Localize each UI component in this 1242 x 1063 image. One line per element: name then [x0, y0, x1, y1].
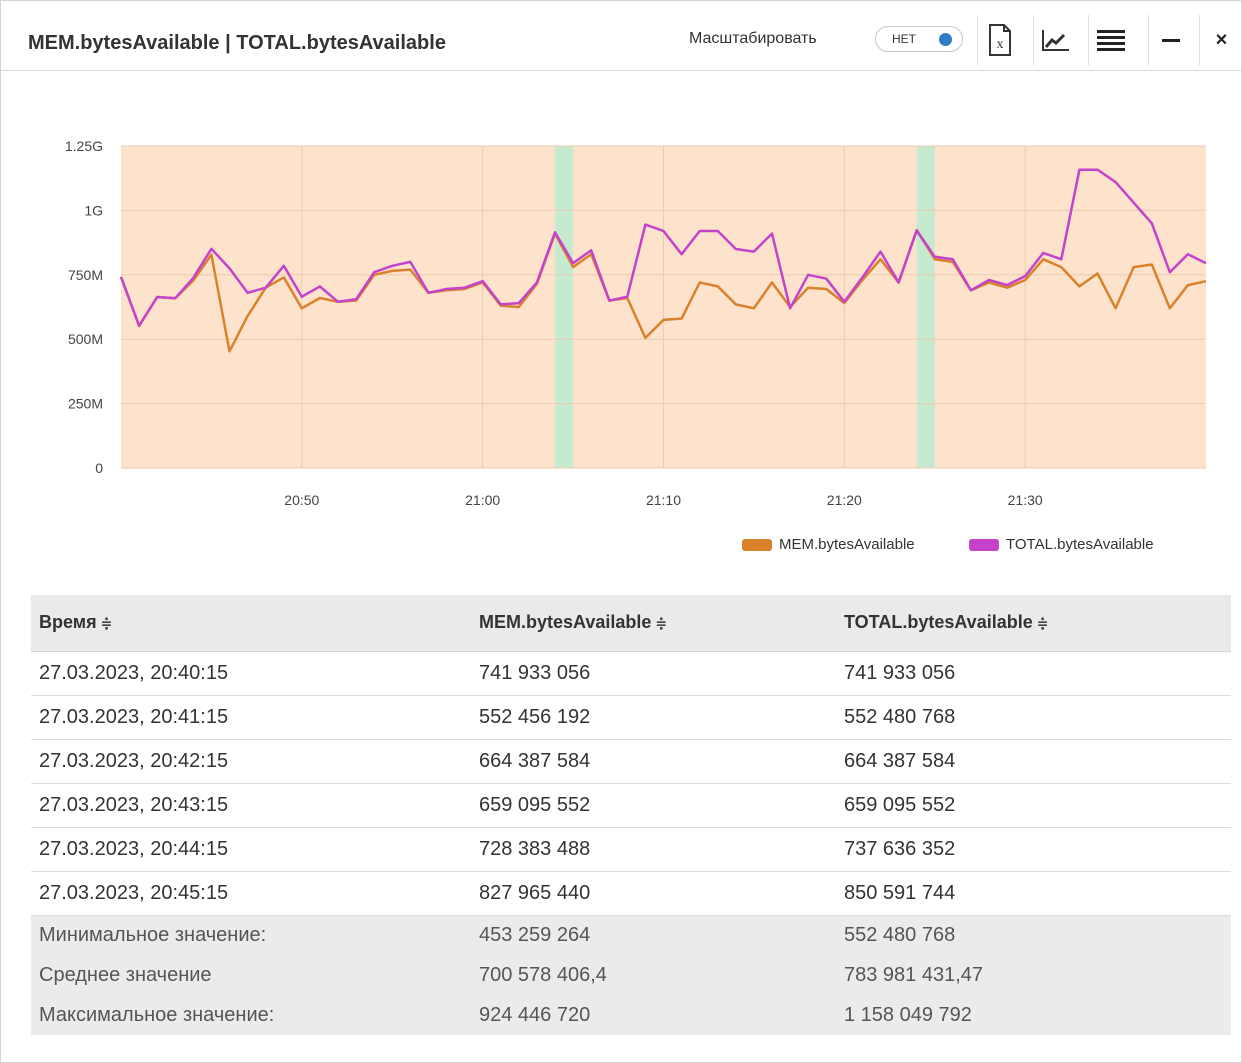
scale-label: Масштабировать	[689, 30, 817, 47]
y-tick-label: 1G	[84, 202, 103, 218]
legend-label-mem: MEM.bytesAvailable	[779, 536, 915, 553]
export-excel-button[interactable]: x	[977, 15, 1021, 65]
y-tick-label: 250M	[68, 396, 103, 412]
x-tick-label: 21:00	[465, 492, 500, 508]
summary-label: Максимальное значение:	[31, 995, 471, 1035]
summary-label: Минимальное значение:	[31, 915, 471, 955]
cell-time: 27.03.2023, 20:42:15	[31, 739, 471, 784]
close-button[interactable]: ×	[1199, 15, 1242, 65]
summary-total: 1 158 049 792	[836, 995, 1231, 1035]
cell-time: 27.03.2023, 20:45:15	[31, 871, 471, 916]
cell-total: 659 095 552	[836, 783, 1231, 828]
legend-swatch-total	[969, 538, 999, 551]
event-band	[555, 146, 574, 468]
legend-item-total[interactable]: TOTAL.bytesAvailable	[969, 536, 1154, 553]
x-tick-label: 21:20	[827, 492, 862, 508]
legend-label-total: TOTAL.bytesAvailable	[1006, 536, 1154, 553]
scale-toggle[interactable]: НЕТ	[875, 26, 963, 52]
column-header-total[interactable]: TOTAL.bytesAvailable ≑	[836, 595, 1231, 652]
table-row: 27.03.2023, 20:42:15 664 387 584 664 387…	[31, 739, 1231, 784]
sort-icon: ≑	[655, 615, 668, 632]
line-chart: 0 250M 500M 750M 1G 1.25G 20:50 21:00 21:10 21:20…	[65, 138, 1207, 508]
toggle-knob	[939, 33, 952, 46]
event-band	[916, 146, 935, 468]
y-tick-label: 0	[95, 460, 103, 476]
summary-label: Среднее значение	[31, 955, 471, 995]
chart-icon	[1041, 30, 1069, 51]
cell-mem: 659 095 552	[471, 783, 836, 828]
cell-mem: 552 456 192	[471, 695, 836, 740]
summary-mem: 700 578 406,4	[471, 955, 836, 995]
summary-row-min: Минимальное значение: 453 259 264 552 48…	[31, 915, 1231, 955]
summary-mem: 453 259 264	[471, 915, 836, 955]
y-tick-label: 500M	[68, 331, 103, 347]
svg-text:x: x	[996, 37, 1003, 52]
cell-mem: 827 965 440	[471, 871, 836, 916]
cell-total: 850 591 744	[836, 871, 1231, 916]
legend-swatch-mem	[742, 538, 772, 551]
chart-type-button[interactable]	[1033, 15, 1077, 65]
table-row: 27.03.2023, 20:44:15 728 383 488 737 636…	[31, 827, 1231, 872]
cell-mem: 728 383 488	[471, 827, 836, 872]
minimize-button[interactable]	[1148, 15, 1192, 65]
cell-total: 741 933 056	[836, 651, 1231, 696]
summary-mem: 924 446 720	[471, 995, 836, 1035]
y-tick-label: 1.25G	[65, 138, 103, 154]
sort-icon: ≑	[1036, 615, 1049, 632]
summary-row-max: Максимальное значение: 924 446 720 1 158…	[31, 995, 1231, 1035]
table-row: 27.03.2023, 20:40:15 741 933 056 741 933…	[31, 651, 1231, 696]
cell-mem: 664 387 584	[471, 739, 836, 784]
widget-header: MEM.bytesAvailable | TOTAL.bytesAvailabl…	[1, 1, 1241, 71]
data-table: Время ≑ MEM.bytesAvailable ≑ TOTAL.bytesAv…	[31, 595, 1231, 1035]
table-menu-button[interactable]	[1088, 15, 1132, 65]
x-tick-label: 21:10	[646, 492, 681, 508]
cell-time: 27.03.2023, 20:44:15	[31, 827, 471, 872]
scale-toggle-label: НЕТ	[892, 32, 916, 46]
y-tick-label: 750M	[68, 267, 103, 283]
sort-icon: ≑	[100, 615, 113, 632]
cell-total: 737 636 352	[836, 827, 1231, 872]
table-row: 27.03.2023, 20:41:15 552 456 192 552 480…	[31, 695, 1231, 740]
chart-widget: MEM.bytesAvailable | TOTAL.bytesAvailabl…	[0, 0, 1242, 1063]
table-header-row: Время ≑ MEM.bytesAvailable ≑ TOTAL.bytesAv…	[31, 595, 1231, 652]
cell-time: 27.03.2023, 20:43:15	[31, 783, 471, 828]
minimize-icon	[1161, 39, 1180, 42]
cell-total: 552 480 768	[836, 695, 1231, 740]
summary-total: 552 480 768	[836, 915, 1231, 955]
cell-total: 664 387 584	[836, 739, 1231, 784]
cell-time: 27.03.2023, 20:40:15	[31, 651, 471, 696]
table-menu-icon	[1096, 30, 1125, 51]
column-header-time[interactable]: Время ≑	[31, 595, 471, 652]
summary-row-avg: Среднее значение 700 578 406,4 783 981 4…	[31, 955, 1231, 995]
summary-total: 783 981 431,47	[836, 955, 1231, 995]
table-row: 27.03.2023, 20:45:15 827 965 440 850 591…	[31, 871, 1231, 916]
x-tick-label: 21:30	[1008, 492, 1043, 508]
table-row: 27.03.2023, 20:43:15 659 095 552 659 095…	[31, 783, 1231, 828]
column-header-mem[interactable]: MEM.bytesAvailable ≑	[471, 595, 836, 652]
legend-item-mem[interactable]: MEM.bytesAvailable	[742, 536, 915, 553]
excel-export-icon: x	[988, 24, 1011, 56]
x-tick-label: 20:50	[284, 492, 319, 508]
cell-mem: 741 933 056	[471, 651, 836, 696]
widget-title: MEM.bytesAvailable | TOTAL.bytesAvailabl…	[28, 32, 446, 54]
cell-time: 27.03.2023, 20:41:15	[31, 695, 471, 740]
close-icon: ×	[1215, 28, 1228, 51]
